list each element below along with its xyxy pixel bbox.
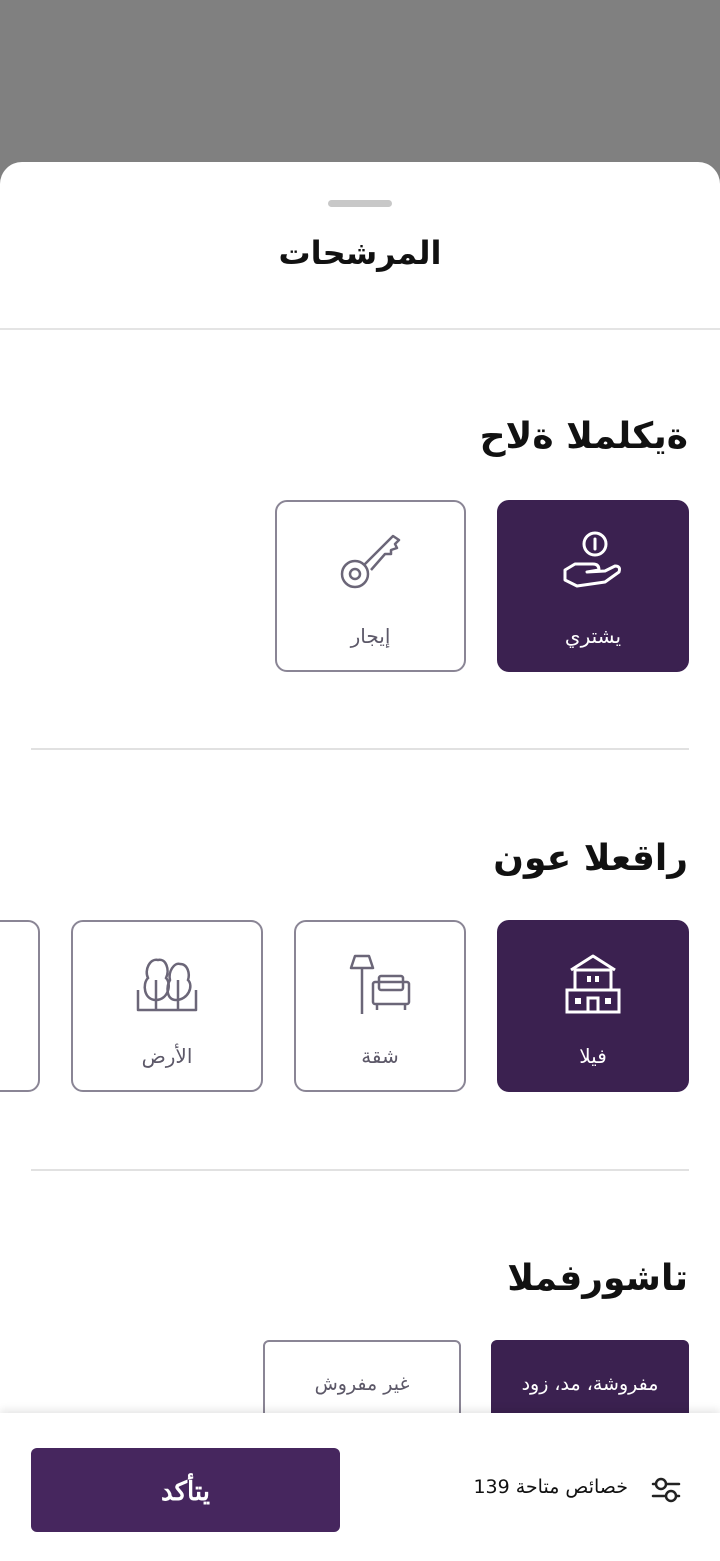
option-buy-label: يشتري [564, 624, 622, 648]
option-apartment[interactable]: شقة [294, 920, 466, 1092]
option-furnished[interactable]: مفروشة، مد، زود [491, 1340, 689, 1424]
option-unfurnished[interactable]: غير مفروش [263, 1340, 461, 1424]
option-rent-label: إيجار [350, 624, 391, 648]
drag-handle[interactable] [328, 200, 392, 207]
option-land[interactable]: الأرض [71, 920, 263, 1092]
furnishing-section-title: تاشورفملا [507, 1258, 688, 1299]
option-villa-label: فيلا [579, 1044, 607, 1068]
key-icon [340, 534, 400, 589]
section-divider [31, 748, 689, 750]
hand-coin-icon [563, 531, 621, 588]
option-apartment-label: شقة [361, 1044, 399, 1068]
villa-icon [565, 954, 621, 1014]
available-count-text: 139 خصائص متاحة [473, 1476, 628, 1498]
section-divider [31, 1169, 689, 1171]
option-land-label: الأرض [141, 1044, 193, 1068]
option-partial-card[interactable] [0, 920, 40, 1092]
property-type-section-title: راقعلا عون [493, 838, 688, 879]
filters-sheet: المرشحات ةيكلملا ةلاح يشتري إيجار راقعلا… [0, 162, 720, 1561]
backdrop[interactable] [0, 0, 720, 170]
header-divider [0, 328, 720, 330]
filter-icon[interactable] [651, 1477, 681, 1503]
bottom-bar: يتأكد 139 خصائص متاحة [0, 1413, 720, 1561]
confirm-button[interactable]: يتأكد [31, 1448, 340, 1532]
trees-land-icon [136, 958, 198, 1012]
option-buy[interactable]: يشتري [497, 500, 689, 672]
ownership-section-title: ةيكلملا ةلاح [479, 416, 688, 457]
sheet-title: المرشحات [278, 234, 442, 272]
sofa-lamp-icon [349, 954, 411, 1014]
option-villa[interactable]: فيلا [497, 920, 689, 1092]
option-rent[interactable]: إيجار [275, 500, 466, 672]
